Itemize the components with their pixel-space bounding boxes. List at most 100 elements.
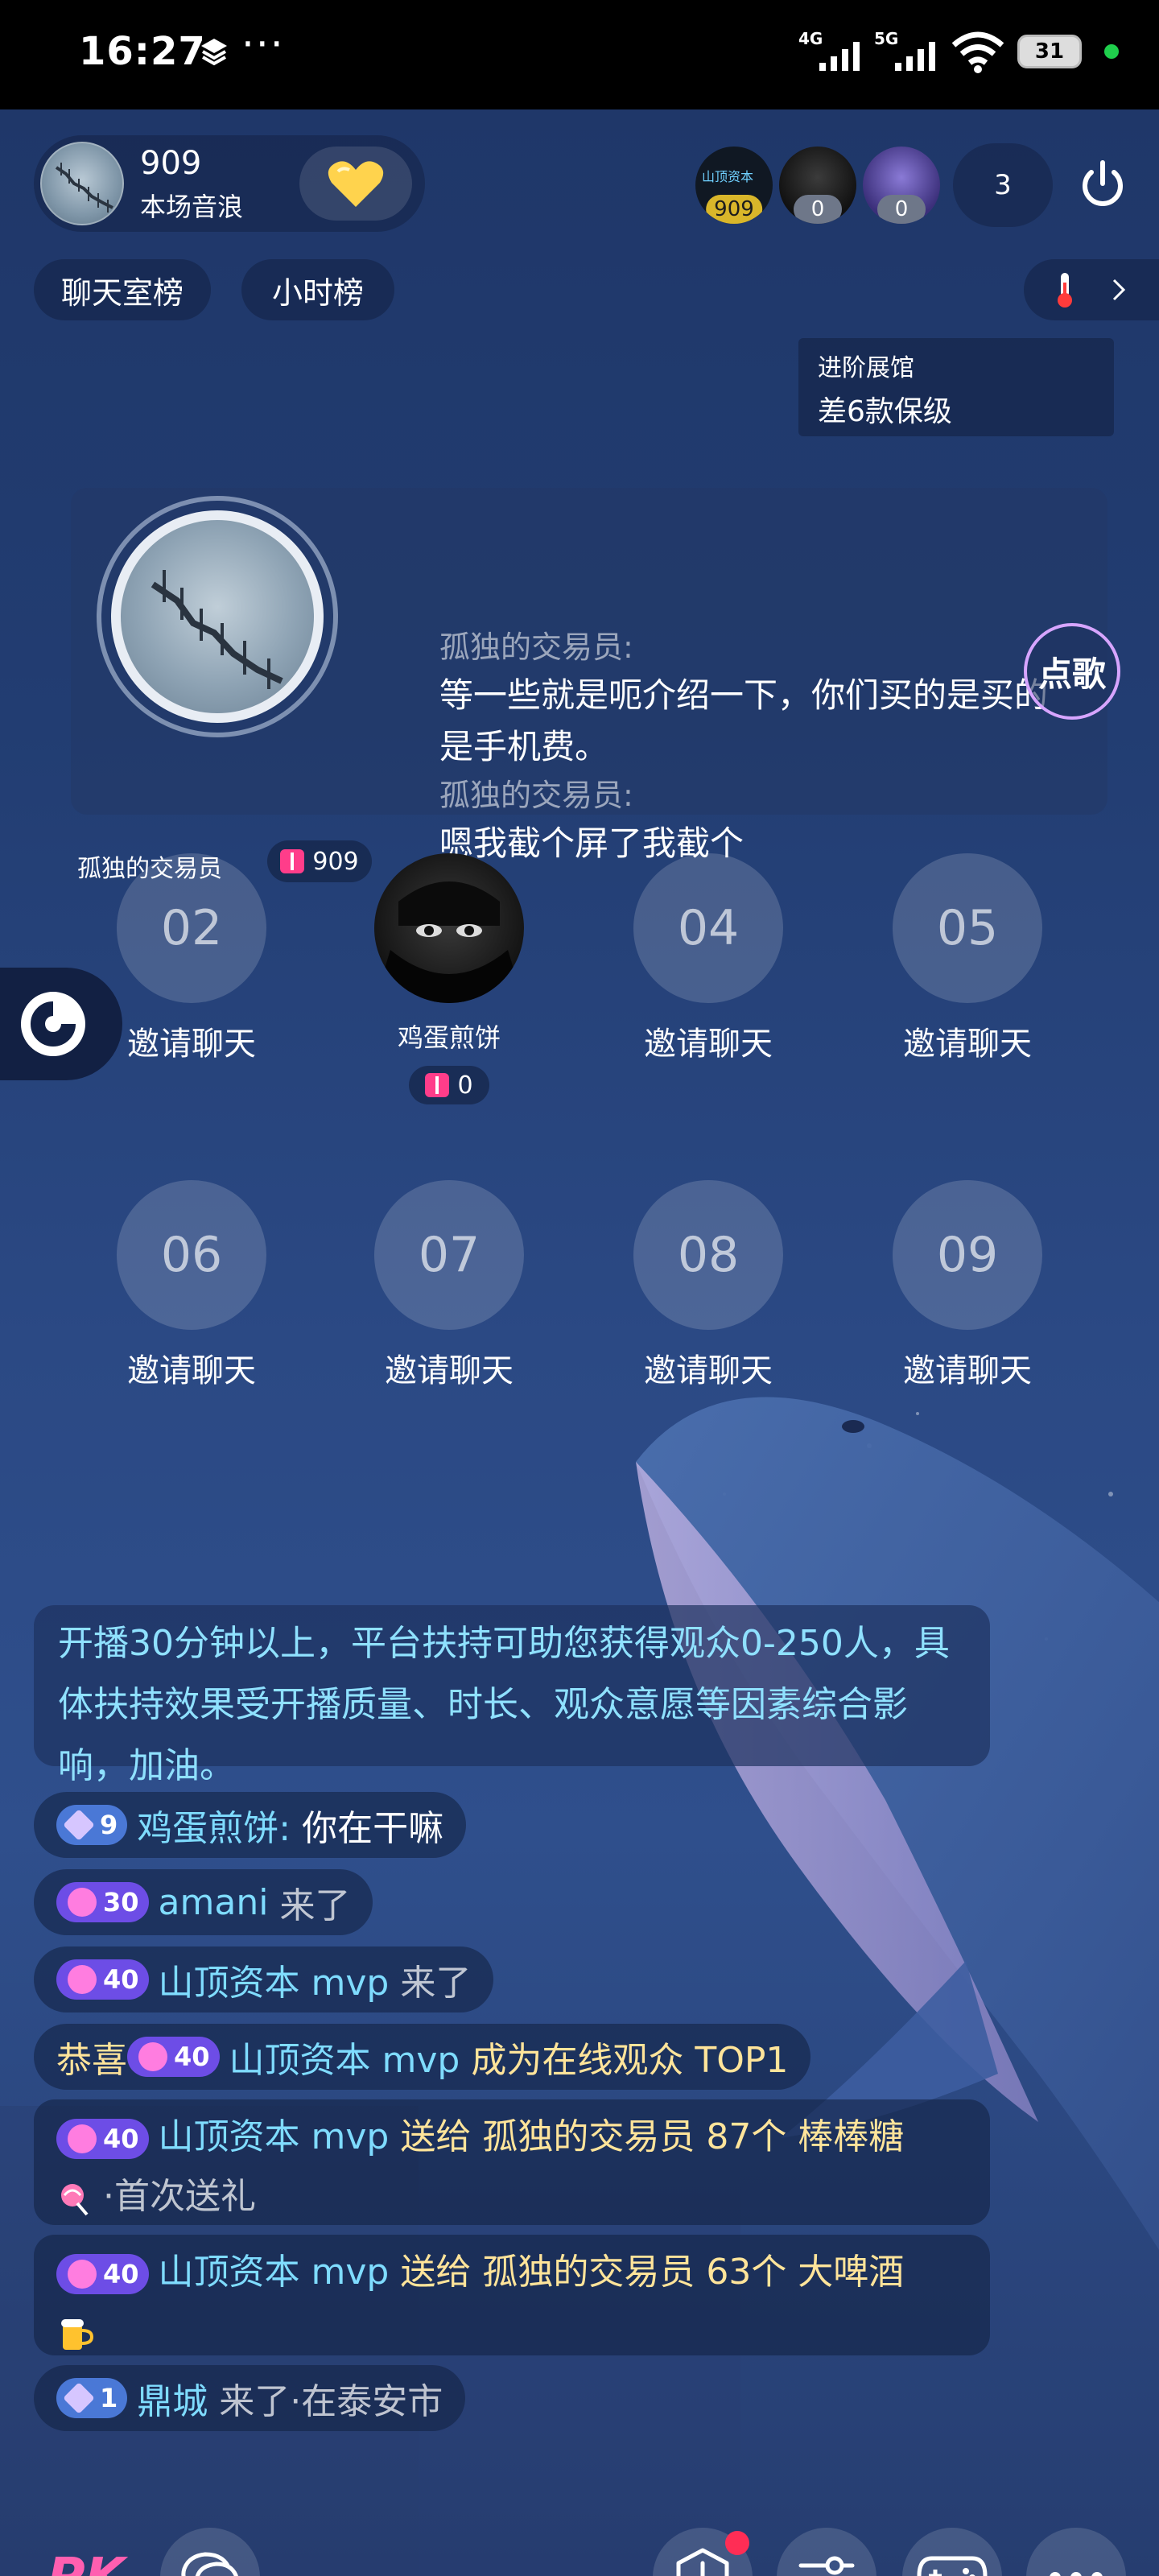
seat-label: 邀请聊天	[127, 1352, 256, 1389]
seat-label: 邀请聊天	[903, 1352, 1032, 1389]
seat-number: 07	[374, 1180, 524, 1330]
seat-gift-count: 0	[409, 1066, 489, 1104]
chat-text: 送给 孤独的交易员 87个 棒棒糖	[400, 2116, 905, 2157]
lollipop-icon	[61, 2184, 89, 2216]
hour-rank-button[interactable]: 小时榜	[241, 259, 394, 320]
chat-username[interactable]: 鼎城	[137, 2372, 208, 2424]
live-room: 909 本场音浪 山顶资本 909 0 0 3 聊天室榜 小时榜 进阶展馆 差6…	[0, 109, 1159, 2576]
mic-seat-05[interactable]: 05 邀请聊天	[863, 853, 1072, 1064]
seat-user-avatar	[374, 853, 524, 1003]
chat-message[interactable]: 30 amani 来了	[34, 1869, 373, 1935]
privacy-dot	[1104, 44, 1119, 59]
chat-username[interactable]: 山顶资本 mvp	[159, 2252, 390, 2293]
exhibit-banner[interactable]: 进阶展馆 差6款保级	[798, 338, 1114, 436]
mic-seat-02[interactable]: 02 邀请聊天	[87, 853, 296, 1064]
chat-username[interactable]: amani	[159, 1882, 269, 1923]
connect-icon	[181, 2552, 238, 2576]
chat-message[interactable]: 40 山顶资本 mvp 来了	[34, 1946, 494, 2013]
user-level-badge: 30	[56, 1882, 149, 1922]
host-seat-avatar[interactable]	[97, 496, 338, 737]
chat-text: 来了	[400, 1963, 472, 2004]
room-heat-button[interactable]	[1024, 259, 1159, 320]
signal-4g-icon: 4G	[798, 29, 863, 74]
interact-icon	[676, 2548, 729, 2576]
chat-prefix: 恭喜	[56, 2040, 127, 2081]
more-button[interactable]: 更多	[1024, 2528, 1128, 2576]
status-time: 16:27	[79, 29, 206, 74]
close-live-button[interactable]	[1067, 150, 1138, 221]
seat-number: 06	[117, 1180, 266, 1330]
chat-username[interactable]: 山顶资本 mvp	[229, 2031, 460, 2083]
chat-gift-message[interactable]: 40 山顶资本 mvp 送给 孤独的交易员 87个 棒棒糖 ·首次送礼	[34, 2099, 990, 2225]
caption-text: 等一些就是呃介绍一下，你们买的是买的是手机费。	[439, 675, 1049, 766]
live-room-screen: 16:27 ··· 4G 5G 31 909 本场音浪 山顶资本 909 0 0…	[0, 0, 1159, 2576]
pk-button[interactable]: PK PK	[34, 2528, 138, 2576]
mic-seat-04[interactable]: 04 邀请聊天	[604, 853, 813, 1064]
signal-5g-icon: 5G	[874, 29, 938, 74]
battery-indicator: 31	[1017, 35, 1082, 68]
exhibit-subtitle: 差6款保级	[818, 395, 952, 428]
host-avatar[interactable]	[40, 142, 124, 225]
seat-label: 邀请聊天	[385, 1352, 514, 1389]
interact-button[interactable]: 互动	[650, 2528, 755, 2576]
thermometer-icon	[1058, 273, 1072, 308]
sliders-icon	[798, 2556, 855, 2575]
chat-room-rank-button[interactable]: 聊天室榜	[34, 259, 211, 320]
user-level-badge: 40	[56, 1959, 149, 2000]
chevron-right-icon	[1112, 279, 1126, 301]
chat-username[interactable]: 鸡蛋煎饼:	[137, 1799, 291, 1851]
notification-dot	[725, 2531, 749, 2555]
online-viewer-count[interactable]: 3	[953, 143, 1053, 227]
viewer-badge: 909	[706, 195, 762, 224]
chat-extra: ·首次送礼	[103, 2176, 256, 2217]
host-score: 909	[140, 145, 202, 182]
chat-username[interactable]: 山顶资本 mvp	[159, 2116, 390, 2157]
top-viewer-2[interactable]: 0	[779, 147, 856, 224]
platform-notice: 开播30分钟以上，平台扶持可助您获得观众0-250人，具体扶持效果受开播质量、时…	[34, 1605, 990, 1786]
top-viewer-3[interactable]: 0	[863, 147, 940, 224]
caption-speaker: 孤独的交易员:	[439, 630, 633, 665]
chat-message[interactable]: 恭喜 40 山顶资本 mvp 成为在线观众 TOP1	[34, 2024, 811, 2090]
seat-label: 邀请聊天	[903, 1026, 1032, 1063]
caption-speaker: 孤独的交易员:	[439, 778, 633, 813]
chat-text: 来了	[279, 1885, 351, 1926]
gamepad-icon	[917, 2556, 988, 2576]
mic-seat-09[interactable]: 09 邀请聊天	[863, 1180, 1072, 1391]
follow-heart-button[interactable]	[299, 147, 412, 221]
seat-label: 鸡蛋煎饼	[397, 1022, 501, 1053]
chat-text: 成为在线观众 TOP1	[471, 2040, 789, 2081]
seat-number: 09	[893, 1180, 1042, 1330]
audio-video-button[interactable]: 音画	[774, 2528, 879, 2576]
mic-seat-03[interactable]: 鸡蛋煎饼 0	[344, 853, 554, 1104]
chat-gift-message[interactable]: 40 山顶资本 mvp 送给 孤独的交易员 63个 大啤酒	[34, 2235, 990, 2355]
user-level-badge: 40	[56, 2119, 149, 2159]
mic-seat-06[interactable]: 06 邀请聊天	[87, 1180, 296, 1391]
chat-text: 送给 孤独的交易员 63个 大啤酒	[400, 2252, 905, 2293]
chat-text: 你在干嘛	[302, 1808, 444, 1849]
exhibit-title: 进阶展馆	[818, 354, 914, 382]
user-level-badge: 40	[127, 2037, 220, 2077]
games-button[interactable]: 游戏	[900, 2528, 1004, 2576]
mic-seat-07[interactable]: 07 邀请聊天	[344, 1180, 554, 1391]
connect-button[interactable]: 连线	[158, 2528, 262, 2576]
mic-seat-08[interactable]: 08 邀请聊天	[604, 1180, 813, 1391]
host-score-label: 本场音浪	[140, 192, 244, 222]
more-dots-icon	[1050, 2572, 1103, 2576]
chat-username[interactable]: 山顶资本 mvp	[159, 1954, 390, 2005]
viewer-badge: 0	[877, 195, 926, 224]
chat-message[interactable]: 1 鼎城 来了·在泰安市	[34, 2365, 466, 2431]
host-info-pill[interactable]: 909 本场音浪	[34, 135, 425, 232]
viewer-badge: 0	[794, 195, 842, 224]
pk-icon: PK	[47, 2548, 126, 2576]
top-viewer-1[interactable]: 山顶资本 909	[695, 147, 773, 224]
seat-number: 04	[633, 853, 783, 1003]
user-level-badge: 9	[56, 1805, 128, 1845]
chat-text: 来了·在泰安市	[219, 2381, 443, 2422]
seat-number: 08	[633, 1180, 783, 1330]
heart-icon	[328, 161, 384, 207]
user-level-badge: 1	[56, 2378, 128, 2418]
request-song-button[interactable]: 点歌	[1024, 623, 1120, 720]
chat-message[interactable]: 9 鸡蛋煎饼: 你在干嘛	[34, 1792, 467, 1858]
status-bar: 16:27 ··· 4G 5G 31	[0, 0, 1159, 109]
seat-label: 邀请聊天	[127, 1026, 256, 1063]
